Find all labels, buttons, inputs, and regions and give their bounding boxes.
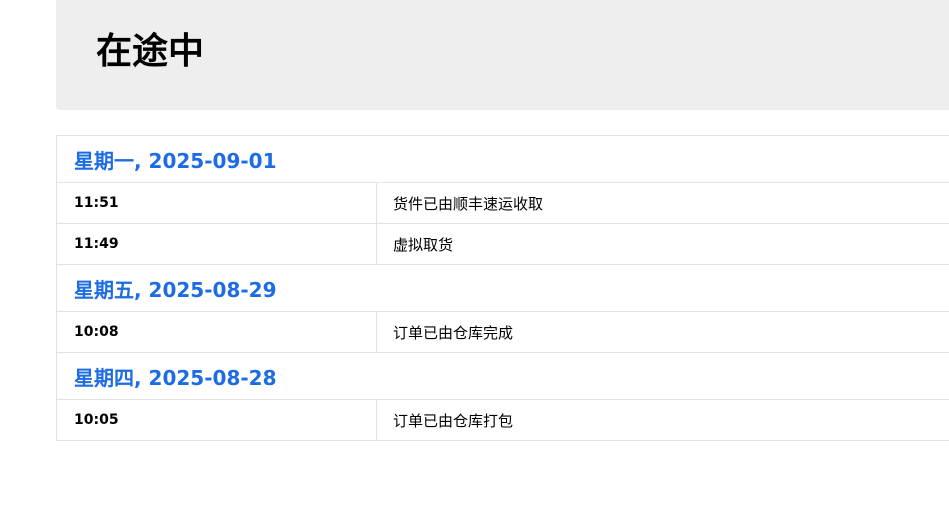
event-time: 11:51: [57, 183, 377, 223]
day-date: 星期五, 2025-08-29: [74, 277, 277, 302]
status-header: 在途中: [56, 0, 949, 110]
event-description: 订单已由仓库完成: [393, 323, 514, 342]
event-description: 货件已由顺丰速运收取: [393, 194, 544, 213]
tracking-timeline: 星期一, 2025-09-01 11:51 货件已由顺丰速运收取 11:49 虚…: [56, 135, 949, 441]
status-title: 在途中: [96, 31, 205, 72]
event-description: 虚拟取货: [393, 235, 454, 254]
event-description: 订单已由仓库打包: [393, 411, 514, 430]
tracking-event-row: 11:49 虚拟取货: [56, 224, 949, 265]
day-date: 星期一, 2025-09-01: [74, 148, 277, 173]
day-date: 星期四, 2025-08-28: [74, 365, 277, 390]
day-header: 星期四, 2025-08-28: [56, 353, 949, 400]
day-header: 星期一, 2025-09-01: [56, 136, 949, 183]
tracking-event-row: 11:51 货件已由顺丰速运收取: [56, 183, 949, 224]
event-time: 11:49: [57, 224, 377, 264]
tracking-event-row: 10:05 订单已由仓库打包: [56, 400, 949, 441]
event-time: 10:05: [57, 400, 377, 440]
tracking-event-row: 10:08 订单已由仓库完成: [56, 312, 949, 353]
event-time: 10:08: [57, 312, 377, 352]
day-header: 星期五, 2025-08-29: [56, 265, 949, 312]
